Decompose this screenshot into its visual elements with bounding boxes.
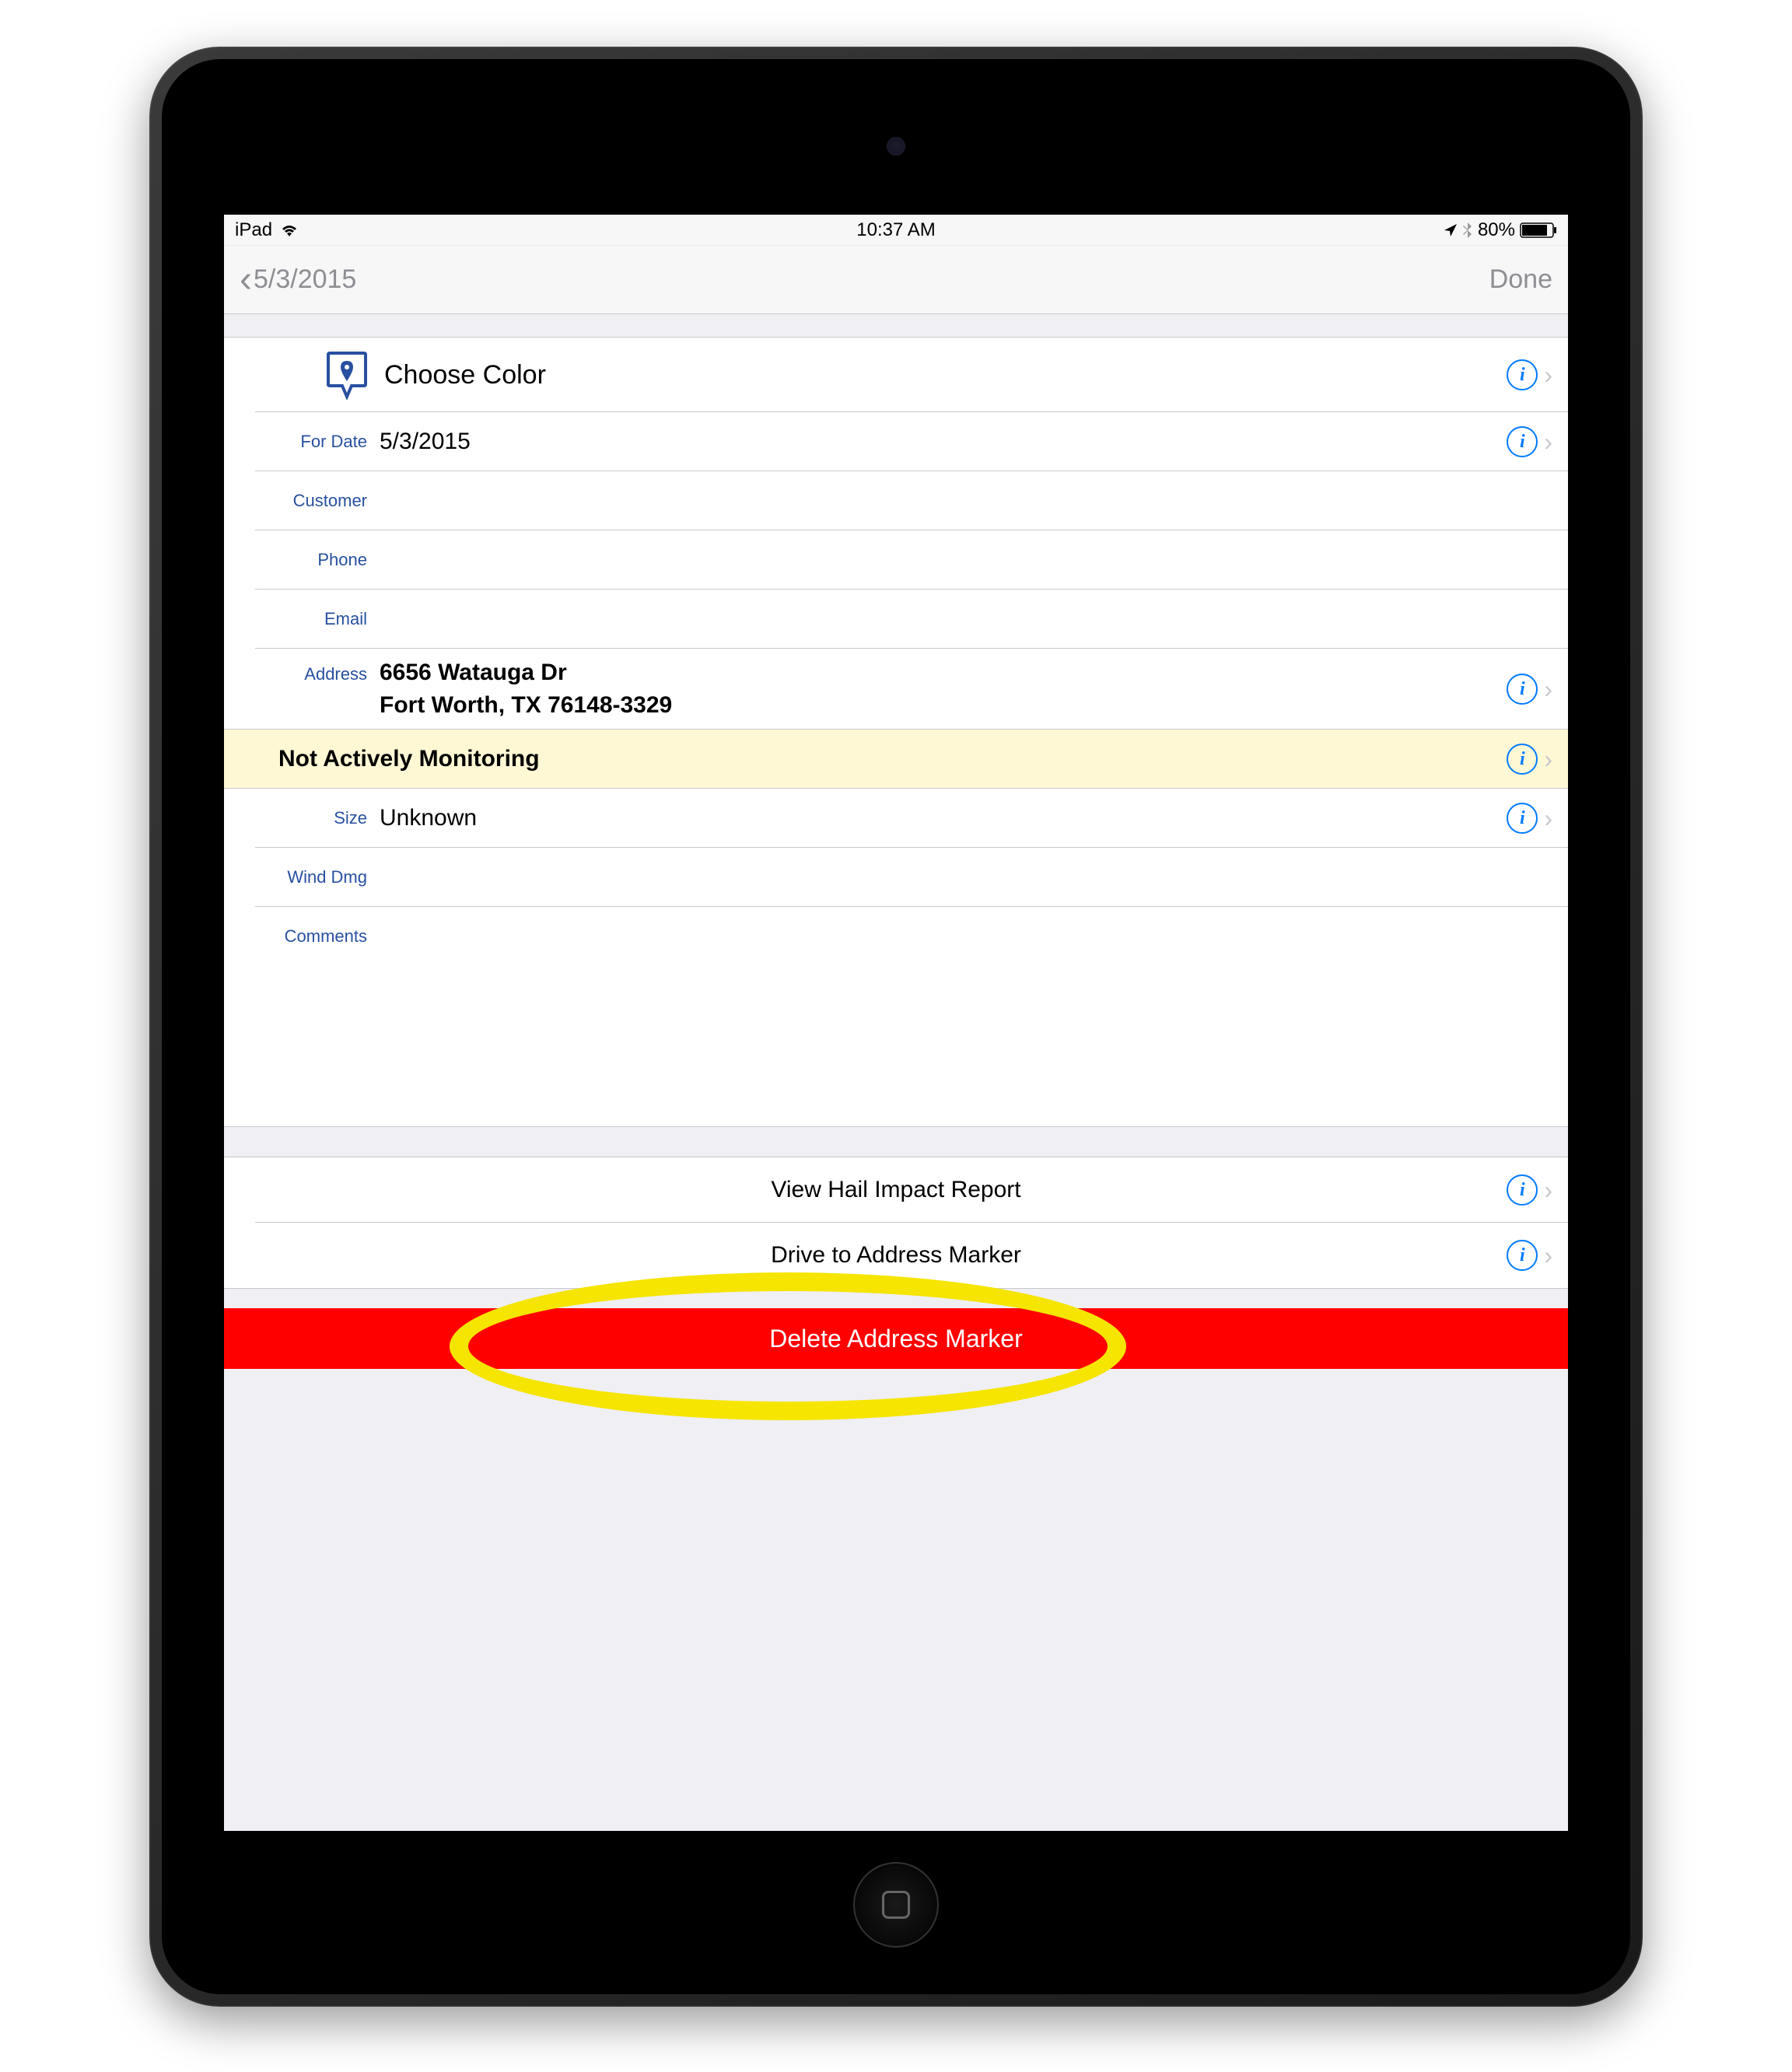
home-button[interactable] (853, 1862, 939, 1948)
pin-icon (325, 350, 369, 400)
address-row[interactable]: Address 6656 Watauga Dr Fort Worth, TX 7… (224, 649, 1568, 730)
chevron-left-icon: ‹ (240, 261, 252, 299)
info-icon[interactable]: i (1507, 426, 1538, 457)
cell-accessory: i › (1507, 1240, 1568, 1271)
address-label: Address (224, 656, 380, 684)
cell-accessory: i › (1507, 803, 1568, 834)
address-value: 6656 Watauga Dr Fort Worth, TX 76148-332… (380, 656, 1507, 722)
info-icon[interactable]: i (1507, 674, 1538, 705)
customer-row[interactable]: Customer (224, 471, 1568, 530)
size-label: Size (224, 808, 380, 828)
back-button[interactable]: ‹ 5/3/2015 (240, 261, 356, 299)
email-label: Email (224, 609, 380, 629)
status-time: 10:37 AM (856, 219, 935, 241)
chevron-right-icon: › (1544, 361, 1552, 390)
address-line1: 6656 Watauga Dr (380, 656, 1499, 689)
screen: iPad 10:37 AM 80% (224, 215, 1568, 1831)
status-bar: iPad 10:37 AM 80% (224, 215, 1568, 246)
battery-icon (1520, 222, 1557, 238)
choose-color-label: Choose Color (384, 360, 1507, 390)
chevron-right-icon: › (1544, 1176, 1552, 1205)
done-button[interactable]: Done (1489, 264, 1552, 295)
spacer (224, 966, 1568, 1126)
view-report-button[interactable]: View Hail Impact Report i › (224, 1157, 1568, 1223)
view-report-label: View Hail Impact Report (771, 1177, 1020, 1203)
cell-accessory: i › (1507, 744, 1568, 775)
drive-to-button[interactable]: Drive to Address Marker i › (224, 1223, 1568, 1288)
phone-label: Phone (224, 550, 380, 570)
camera-icon (887, 137, 905, 156)
info-icon[interactable]: i (1507, 1174, 1538, 1206)
spacer (224, 314, 1568, 338)
info-icon[interactable]: i (1507, 1240, 1538, 1271)
choose-color-row[interactable]: Choose Color i › (224, 338, 1568, 412)
for-date-value: 5/3/2015 (380, 429, 1507, 455)
ipad-bezel: iPad 10:37 AM 80% (162, 59, 1630, 1994)
email-row[interactable]: Email (224, 590, 1568, 649)
cell-accessory: i › (1507, 426, 1568, 457)
wind-dmg-label: Wind Dmg (224, 867, 380, 887)
home-square-icon (882, 1891, 910, 1919)
cell-accessory: i › (1507, 674, 1568, 705)
spacer (224, 1369, 1568, 1680)
customer-label: Customer (224, 491, 380, 511)
size-row[interactable]: Size Unknown i › (224, 789, 1568, 848)
delete-label: Delete Address Marker (769, 1325, 1022, 1353)
for-date-row[interactable]: For Date 5/3/2015 i › (224, 412, 1568, 471)
info-icon[interactable]: i (1507, 359, 1538, 390)
monitoring-row[interactable]: Not Actively Monitoring i › (224, 730, 1568, 789)
location-icon (1444, 223, 1458, 237)
back-label: 5/3/2015 (254, 264, 356, 295)
cell-accessory: i › (1507, 1174, 1568, 1206)
for-date-label: For Date (224, 432, 380, 452)
status-right: 80% (1444, 219, 1557, 241)
comments-row[interactable]: Comments (224, 907, 1568, 966)
comments-label: Comments (224, 926, 380, 947)
ipad-device-frame: iPad 10:37 AM 80% (149, 47, 1643, 2007)
bluetooth-icon (1462, 222, 1473, 239)
status-left: iPad (235, 219, 300, 241)
phone-row[interactable]: Phone (224, 530, 1568, 590)
spacer (224, 1126, 1568, 1157)
content-scroll[interactable]: Choose Color i › For Date 5/3/2015 i › (224, 314, 1568, 1831)
chevron-right-icon: › (1544, 675, 1552, 704)
drive-to-label: Drive to Address Marker (771, 1242, 1021, 1269)
address-line2: Fort Worth, TX 76148-3329 (380, 689, 1499, 722)
spacer (224, 1288, 1568, 1308)
wifi-icon (278, 222, 300, 238)
monitoring-value: Not Actively Monitoring (224, 746, 1507, 772)
info-icon[interactable]: i (1507, 744, 1538, 775)
comments-value (380, 921, 1568, 952)
size-value: Unknown (380, 805, 1507, 831)
chevron-right-icon: › (1544, 804, 1552, 833)
chevron-right-icon: › (1544, 745, 1552, 774)
carrier-label: iPad (235, 219, 272, 241)
battery-percent: 80% (1478, 219, 1515, 241)
info-icon[interactable]: i (1507, 803, 1538, 834)
delete-button[interactable]: Delete Address Marker (224, 1308, 1568, 1369)
wind-dmg-row[interactable]: Wind Dmg (224, 848, 1568, 907)
chevron-right-icon: › (1544, 428, 1552, 457)
cell-accessory: i › (1507, 359, 1568, 390)
chevron-right-icon: › (1544, 1241, 1552, 1270)
nav-bar: ‹ 5/3/2015 Done (224, 246, 1568, 314)
